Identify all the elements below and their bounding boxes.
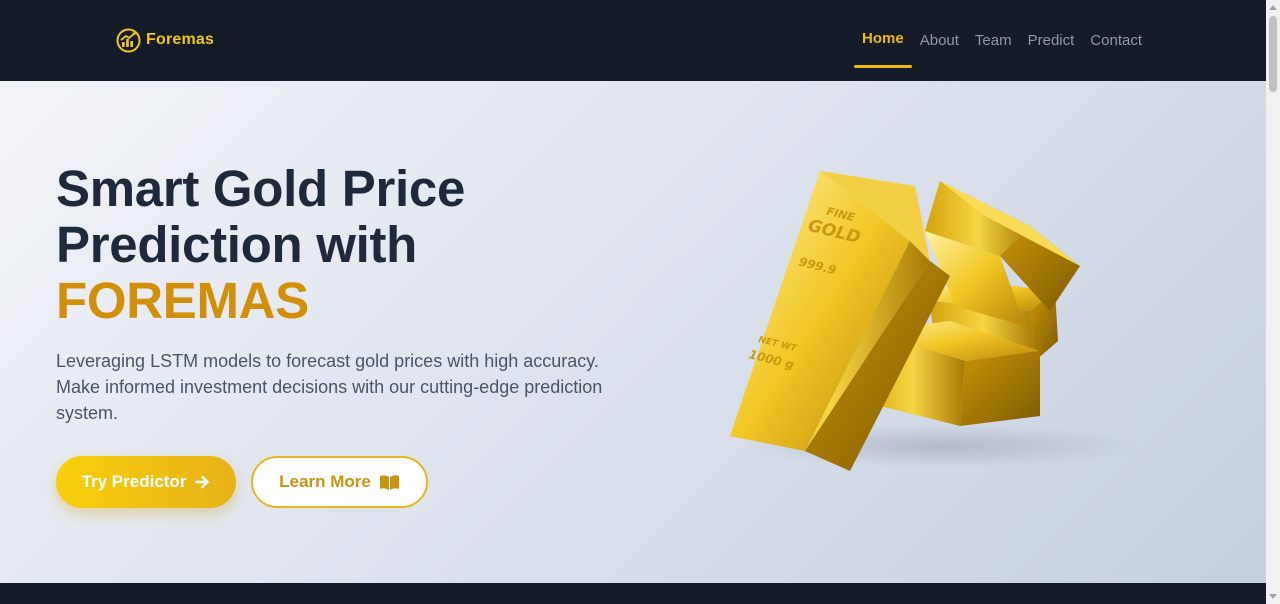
gold-bars-image: FINE GOLD 999.9 NET WT 1000 g <box>730 171 1140 471</box>
nav-about-link[interactable]: About <box>912 0 967 81</box>
arrow-right-icon <box>195 475 210 489</box>
section-divider <box>0 583 1266 604</box>
learn-more-button[interactable]: Learn More <box>251 456 428 508</box>
try-predictor-button[interactable]: Try Predictor <box>56 456 236 508</box>
nav-predict-link[interactable]: Predict <box>1020 0 1083 81</box>
top-navbar: Foremas Home About Team Predict Contact <box>0 0 1266 81</box>
hero-title-line2: Prediction with <box>56 216 418 273</box>
hero-section: Smart Gold Price Prediction with FOREMAS… <box>0 81 1266 583</box>
nav-home-link[interactable]: Home <box>854 0 912 81</box>
hero-title-line1: Smart Gold Price <box>56 160 466 217</box>
main-nav: Home About Team Predict Contact <box>854 0 1150 81</box>
hero-title-accent: FOREMAS <box>56 272 309 329</box>
open-book-icon <box>379 474 399 490</box>
scroll-down-arrow-icon[interactable] <box>1269 594 1277 599</box>
try-predictor-label: Try Predictor <box>81 472 187 491</box>
brand-name: Foremas <box>146 31 215 48</box>
scrollbar-thumb[interactable] <box>1269 16 1277 92</box>
learn-more-label: Learn More <box>279 472 371 491</box>
hero-title: Smart Gold Price Prediction with FOREMAS <box>56 161 616 329</box>
scroll-up-arrow-icon[interactable] <box>1269 5 1277 10</box>
nav-contact-link[interactable]: Contact <box>1082 0 1150 81</box>
page-scrollbar[interactable] <box>1266 0 1280 604</box>
hero-description: Leveraging LSTM models to forecast gold … <box>56 351 603 423</box>
brand-logo[interactable]: Foremas <box>116 26 214 54</box>
chart-growth-circle-icon <box>116 28 141 52</box>
nav-team-link[interactable]: Team <box>967 0 1020 81</box>
